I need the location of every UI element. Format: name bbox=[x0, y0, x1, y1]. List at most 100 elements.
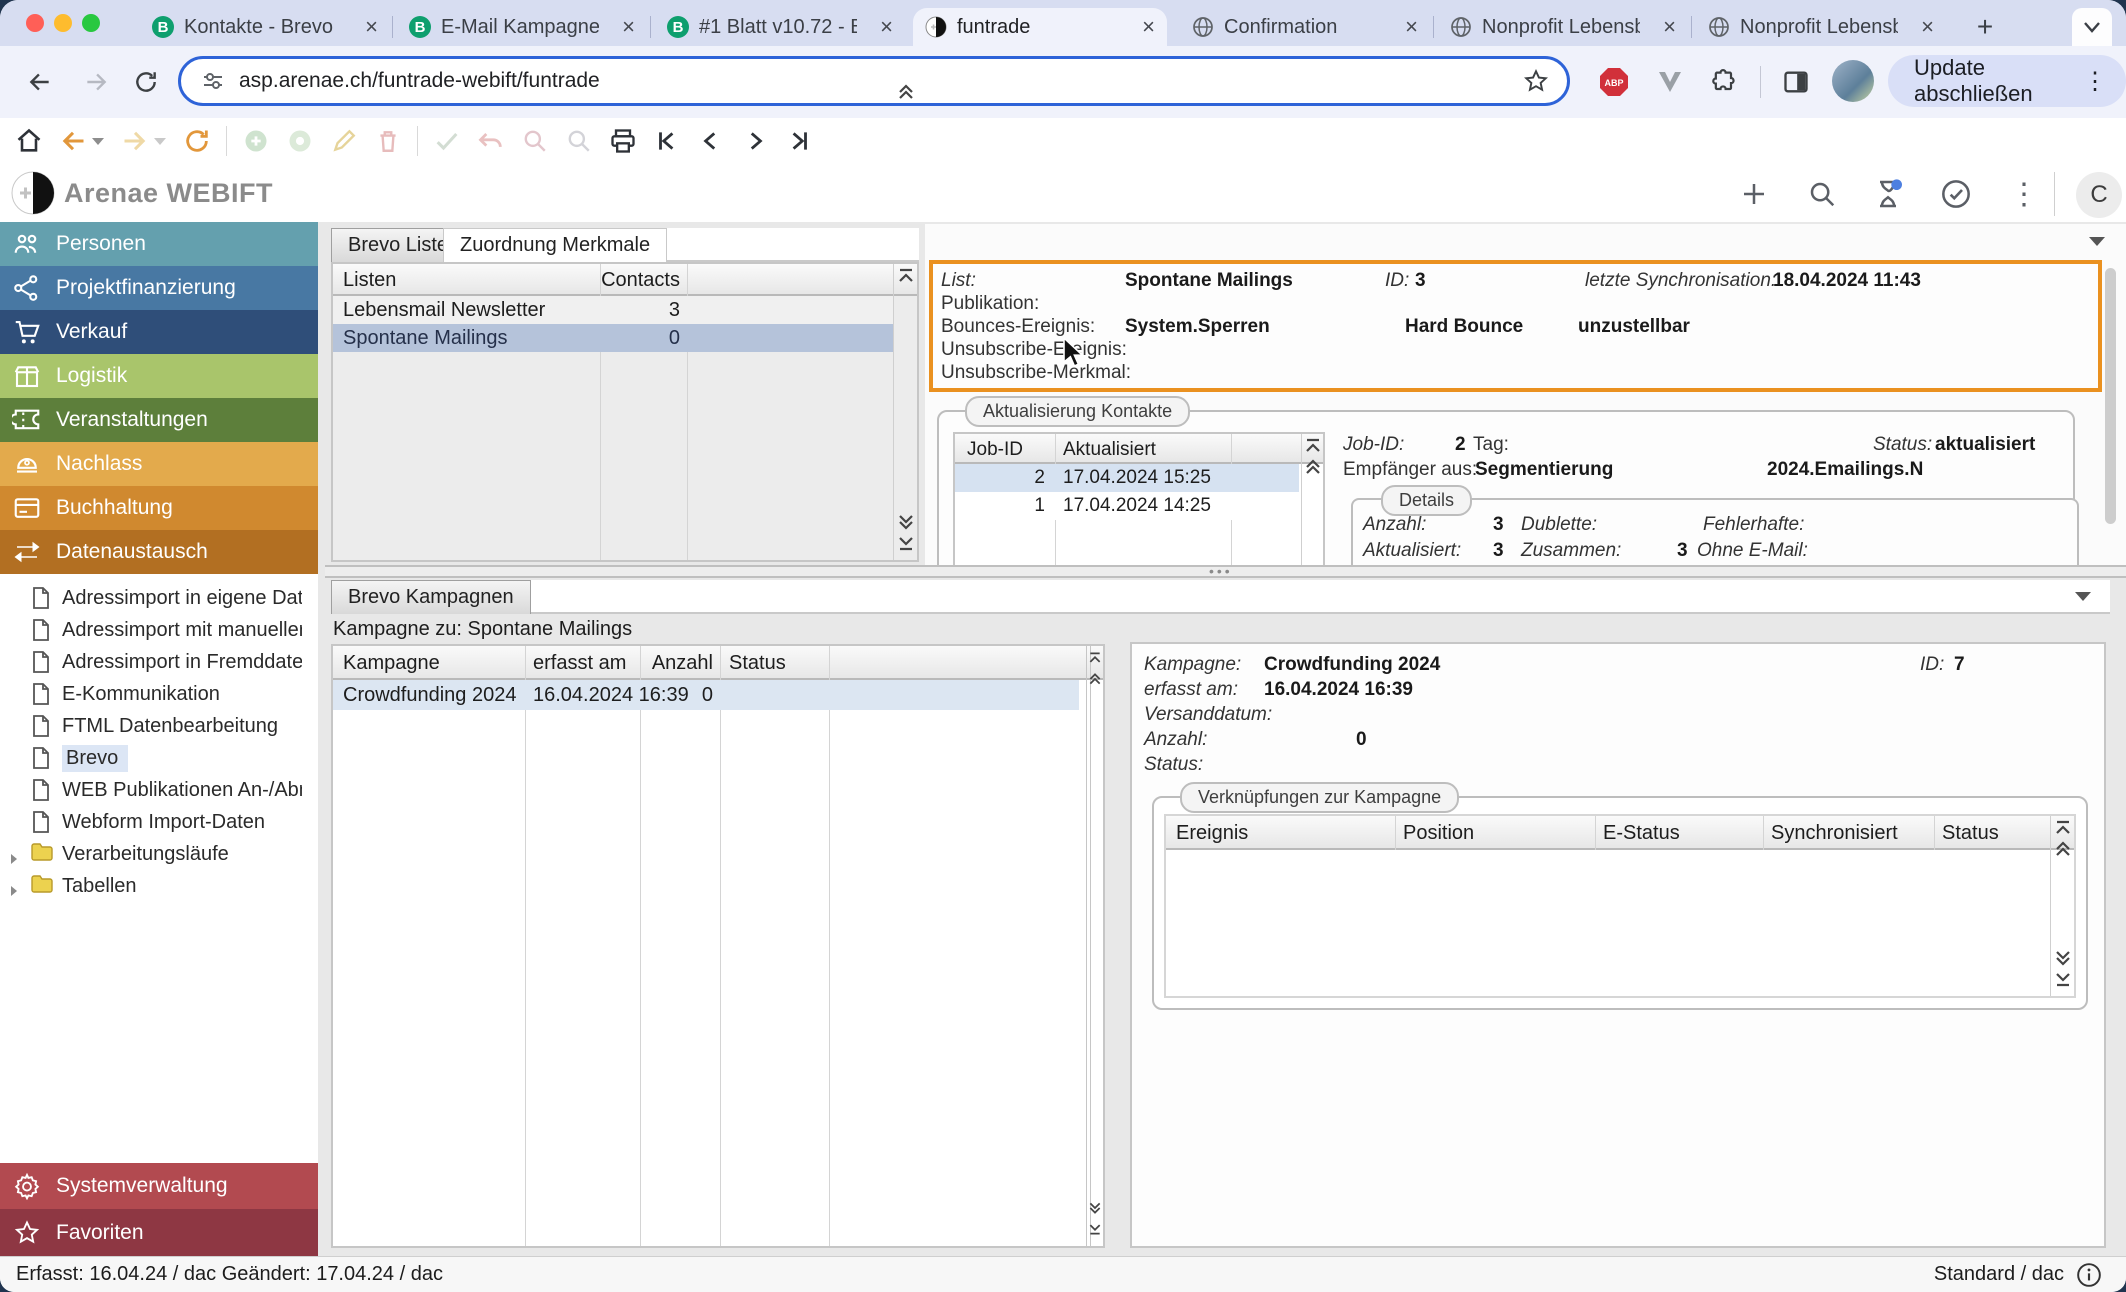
add-record-icon[interactable] bbox=[241, 126, 271, 156]
browser-menu-kebab-icon[interactable]: ⋮ bbox=[2083, 67, 2108, 96]
submenu-folder-tabellen[interactable]: Tabellen bbox=[0, 870, 318, 902]
kampagnen-table-header[interactable]: Kampagne erfasst am Anzahl Status bbox=[333, 646, 1103, 680]
scroll-pagedown-icon[interactable] bbox=[897, 514, 915, 535]
scroll-pageup-icon[interactable] bbox=[1088, 671, 1102, 692]
tab-email-kampagnen[interactable]: B E-Mail Kampagnen × bbox=[397, 8, 647, 46]
caret-right-icon[interactable] bbox=[8, 880, 20, 892]
home-icon[interactable] bbox=[14, 126, 44, 156]
column-header-kampagne[interactable]: Kampagne bbox=[343, 652, 440, 675]
column-header-position[interactable]: Position bbox=[1403, 822, 1474, 845]
print-icon[interactable] bbox=[608, 126, 638, 156]
scroll-top-icon[interactable] bbox=[897, 268, 915, 289]
kampagnen-scroll-column[interactable] bbox=[1086, 646, 1103, 1246]
submenu-item-adressimport-eigene[interactable]: Adressimport in eigene Datenbar bbox=[0, 582, 318, 614]
side-panel-icon[interactable] bbox=[1778, 64, 1814, 100]
submenu-item-e-kommunikation[interactable]: E-Kommunikation bbox=[0, 678, 318, 710]
v-extension-icon[interactable] bbox=[1652, 64, 1688, 100]
submenu-item-adressimport-fremd[interactable]: Adressimport in Fremddatenbank bbox=[0, 646, 318, 678]
sidebar-item-systemverwaltung[interactable]: Systemverwaltung bbox=[0, 1163, 318, 1209]
submenu-folder-verarbeitungslaeufe[interactable]: Verarbeitungsläufe bbox=[0, 838, 318, 870]
job-table-header[interactable]: Job-ID Aktualisiert bbox=[955, 434, 1323, 464]
tab-kontakte-brevo[interactable]: B Kontakte - Brevo × bbox=[140, 8, 390, 46]
tab-close-icon[interactable]: × bbox=[880, 16, 893, 38]
column-header-e-status[interactable]: E-Status bbox=[1603, 822, 1680, 845]
global-search-icon[interactable] bbox=[1802, 174, 1842, 214]
nav-forward-dropdown-icon[interactable] bbox=[152, 126, 168, 156]
list-row-lebensmail[interactable]: Lebensmail Newsletter 3 bbox=[333, 296, 893, 324]
last-record-icon[interactable] bbox=[784, 126, 814, 156]
column-header-ereignis[interactable]: Ereignis bbox=[1176, 822, 1248, 845]
tune-icon[interactable] bbox=[201, 69, 225, 93]
verknuepfungen-scroll-column[interactable] bbox=[2050, 816, 2074, 996]
mac-zoom-button[interactable] bbox=[82, 14, 100, 32]
splitter-handle[interactable]: ••• bbox=[1209, 569, 1233, 574]
scroll-pageup-icon[interactable] bbox=[897, 84, 915, 105]
address-bar[interactable]: asp.arenae.ch/funtrade-webift/funtrade bbox=[178, 56, 1570, 106]
column-header-status[interactable]: Status bbox=[729, 652, 786, 675]
sidebar-item-buchhaltung[interactable]: Buchhaltung bbox=[0, 486, 318, 530]
adblock-abp-icon[interactable]: ABP bbox=[1596, 64, 1632, 100]
sidebar-item-projektfinanzierung[interactable]: Projektfinanzierung bbox=[0, 266, 318, 310]
scroll-pagedown-icon[interactable] bbox=[1088, 1200, 1102, 1221]
search-secondary-icon[interactable] bbox=[564, 126, 594, 156]
undo-icon[interactable] bbox=[476, 126, 506, 156]
job-row-1[interactable]: 1 17.04.2024 14:25 bbox=[955, 492, 1299, 520]
copy-record-icon[interactable] bbox=[285, 126, 315, 156]
bookmark-star-icon[interactable] bbox=[1523, 68, 1549, 94]
sidebar-item-favoriten[interactable]: Favoriten bbox=[0, 1209, 318, 1256]
forward-icon[interactable] bbox=[78, 64, 114, 100]
column-header-listen[interactable]: Listen bbox=[343, 269, 396, 292]
scroll-pageup-icon[interactable] bbox=[1304, 459, 1322, 480]
reload-icon[interactable] bbox=[128, 64, 164, 100]
sidebar-item-verkauf[interactable]: Verkauf bbox=[0, 310, 318, 354]
submenu-item-web-publikationen[interactable]: WEB Publikationen An-/Abmelde bbox=[0, 774, 318, 806]
mac-close-button[interactable] bbox=[26, 14, 44, 32]
scroll-top-icon[interactable] bbox=[2054, 820, 2072, 841]
kampagne-row-crowdfunding-selected[interactable]: Crowdfunding 2024 16.04.2024 16:39 0 bbox=[333, 680, 1079, 710]
submenu-item-webform[interactable]: Webform Import-Daten bbox=[0, 806, 318, 838]
sidebar-item-veranstaltungen[interactable]: Veranstaltungen bbox=[0, 398, 318, 442]
tab-search-button[interactable] bbox=[2072, 8, 2112, 46]
column-header-contacts[interactable]: Contacts bbox=[600, 269, 680, 292]
confirm-check-icon[interactable] bbox=[432, 126, 462, 156]
tab-close-icon[interactable]: × bbox=[1405, 16, 1418, 38]
listen-scroll-column[interactable] bbox=[893, 264, 917, 560]
vertical-scrollbar-thumb[interactable] bbox=[2105, 268, 2116, 524]
tab-nonprofit-1[interactable]: Nonprofit Lebensb × bbox=[1438, 8, 1688, 46]
tab-close-icon[interactable]: × bbox=[365, 16, 378, 38]
sidebar-item-nachlass[interactable]: Nachlass bbox=[0, 442, 318, 486]
submenu-item-brevo-selected[interactable]: Brevo bbox=[0, 742, 318, 774]
first-record-icon[interactable] bbox=[652, 126, 682, 156]
previous-record-icon[interactable] bbox=[696, 126, 726, 156]
tab-close-icon[interactable]: × bbox=[1921, 16, 1934, 38]
tasks-check-circle-icon[interactable] bbox=[1936, 174, 1976, 214]
edit-pencil-icon[interactable] bbox=[329, 126, 359, 156]
sidebar-item-datenaustausch[interactable]: Datenaustausch bbox=[0, 530, 318, 574]
tab-close-icon[interactable]: × bbox=[1142, 16, 1155, 38]
refresh-icon[interactable] bbox=[182, 126, 212, 156]
listen-table-header[interactable]: Listen Contacts bbox=[333, 264, 917, 296]
add-icon[interactable] bbox=[1734, 174, 1774, 214]
pending-jobs-hourglass-icon[interactable] bbox=[1868, 174, 1908, 214]
scroll-top-icon[interactable] bbox=[1304, 438, 1322, 459]
submenu-item-ftml[interactable]: FTML Datenbearbeitung bbox=[0, 710, 318, 742]
column-header-status[interactable]: Status bbox=[1942, 822, 1999, 845]
tab-nonprofit-2[interactable]: Nonprofit Lebensb × bbox=[1696, 8, 1946, 46]
scroll-bottom-icon[interactable] bbox=[897, 535, 915, 556]
submenu-item-adressimport-manuell[interactable]: Adressimport mit manueller Zuor bbox=[0, 614, 318, 646]
new-tab-button[interactable]: + bbox=[1968, 10, 2002, 44]
column-header-erfasst-am[interactable]: erfasst am bbox=[533, 652, 626, 675]
tab-zuordnung-merkmale[interactable]: Zuordnung Merkmale bbox=[443, 228, 667, 262]
nav-back-dropdown-icon[interactable] bbox=[90, 126, 106, 156]
update-chrome-button[interactable]: Update abschließen ⋮ bbox=[1888, 55, 2126, 107]
user-avatar[interactable]: C bbox=[2076, 172, 2122, 218]
app-menu-kebab-icon[interactable]: ⋮ bbox=[2004, 174, 2044, 214]
scroll-pageup-icon[interactable] bbox=[2054, 841, 2072, 862]
horizontal-splitter[interactable]: ••• bbox=[325, 565, 2126, 578]
mac-minimize-button[interactable] bbox=[54, 14, 72, 32]
nav-forward-icon[interactable] bbox=[120, 126, 150, 156]
collapse-panel-icon[interactable] bbox=[2070, 585, 2096, 607]
sidebar-item-personen[interactable]: Personen bbox=[0, 222, 318, 266]
column-header-anzahl[interactable]: Anzahl bbox=[643, 652, 713, 675]
search-icon[interactable] bbox=[520, 126, 550, 156]
